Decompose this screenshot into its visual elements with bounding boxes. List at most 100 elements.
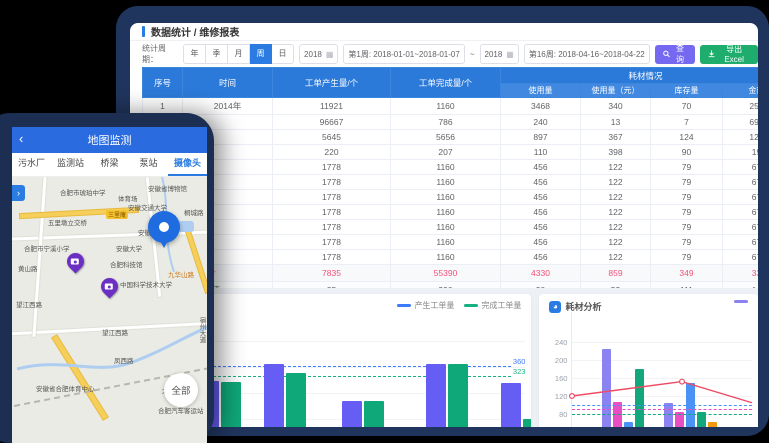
map-view[interactable]: 合肥市琥珀中学安徽省博物馆体育场安徽交通大学三里庵五里墩立交桥桐城路安徽医科大学… [12,177,207,443]
phone-tab-桥梁[interactable]: 桥梁 [90,153,129,176]
table-cell: 2014年 [183,98,273,115]
calendar-icon: ▦ [326,50,334,59]
download-icon [708,50,715,58]
table-cell: 456 [501,220,581,235]
calendar-icon: ▦ [506,50,514,59]
table-cell: 1778 [273,160,391,175]
table-cell: 70 [651,98,723,115]
range-separator: ~ [470,50,475,59]
map-label: 中国科学技术大学 [120,279,172,289]
table-row: 177811604561227967 [143,175,759,190]
axis-tick-label: 200 [555,356,568,365]
table-cell: 1160 [391,235,501,250]
table-cell: 129 [723,130,759,145]
map-expander-toggle[interactable]: › [12,185,25,201]
table-cell: 207 [391,145,501,160]
table-cell: 690 [723,115,759,130]
year-from-select[interactable]: 2018 ▦ [299,44,338,64]
table-cell: 90 [651,145,723,160]
table-cell: 79 [651,220,723,235]
table-row: 177811604561227967 [143,205,759,220]
table-row: 177811604561227967 [143,190,759,205]
map-label: 合肥市宁溪小学 [24,243,70,253]
axis-tick-label: 120 [555,392,568,401]
phone-tab-泵站[interactable]: 泵站 [129,153,168,176]
table-cell: 1778 [273,205,391,220]
table-cell: 1160 [391,160,501,175]
table-cell: 1160 [391,250,501,265]
table-cell: 79 [651,190,723,205]
period-option-周[interactable]: 周 [250,44,272,64]
summary-cell: 349 [651,265,723,282]
table-cell: 897 [501,130,581,145]
selected-camera-marker[interactable] [148,211,180,243]
work-chart-legend: 产生工单量 完成工单量 [397,300,521,311]
col-header-consumables-group: 耗材情况 [501,68,759,84]
year-to-select[interactable]: 2018 ▦ [480,44,519,64]
table-cell: 122 [581,160,651,175]
col-header-time: 时间 [183,68,273,98]
chart-bar [364,401,384,427]
table-cell: 122 [581,190,651,205]
map-label: 九华山路 [168,269,194,279]
table-cell: 67 [723,250,759,265]
query-button[interactable]: 查询 [655,45,695,64]
summary-cell: 7835 [273,265,391,282]
legend-item: 产生工单量 [397,300,454,311]
period-label: 统计周期： [142,43,178,65]
table-cell: 1160 [391,98,501,115]
period-option-日[interactable]: 日 [272,44,294,64]
breadcrumb: 数据统计 / 维修报表 [151,24,239,39]
table-cell: 240 [501,115,581,130]
period-option-年[interactable]: 年 [183,44,206,64]
search-icon [663,50,670,58]
total-row: 合计783555390433085934933 [143,265,759,282]
back-icon[interactable]: ‹ [19,131,23,146]
phone-tab-污水厂[interactable]: 污水厂 [12,153,51,176]
chart-bar [448,364,468,427]
map-label: 安徽省合肥体育中心 [36,383,95,393]
phone-mockup: ‹ 地图监测 污水厂监测站桥梁泵站摄像头 合肥市琥珀中学安徽省博物馆体育场安徽交… [0,113,214,443]
phone-tab-摄像头[interactable]: 摄像头 [168,153,207,176]
map-label: 望江西路 [16,299,42,309]
week-to-input[interactable]: 第16周: 2018-04-16~2018-04-22 [524,44,650,64]
table-cell: 456 [501,235,581,250]
table-row: 12014年119211160346834070250 [143,98,759,115]
table-cell: 13 [581,115,651,130]
chart-bar [264,364,284,427]
map-all-button[interactable]: 全部 [164,373,198,407]
chart-bar [286,373,306,428]
chart-bar [523,419,531,427]
charts-area: 产生工单量完成工单量 360323 ◕ 耗材分析 240200160120804… [130,288,758,427]
filter-toolbar: 统计周期： 年季月周日 2018 ▦ 第1周: 2018-01-01~2018-… [130,41,758,67]
table-cell: 67 [723,190,759,205]
phone-page-title: 地图监测 [88,132,132,148]
chart-bar [342,401,362,427]
legend-dash [464,304,478,307]
map-label: 凤西路 [114,355,134,365]
legend-label: 完成工单量 [481,300,521,311]
table-cell: 250 [723,98,759,115]
table-cell: 1778 [273,235,391,250]
table-cell: 1160 [391,175,501,190]
period-option-月[interactable]: 月 [228,44,250,64]
export-excel-button[interactable]: 导出Excel [700,45,758,64]
table-cell: 19 [723,145,759,160]
table-cell: 340 [581,98,651,115]
marker-dot [159,222,169,232]
trend-line [572,312,752,427]
reference-label: 323 [513,367,526,376]
table-cell: 79 [651,205,723,220]
consumable-chart-legend [734,300,748,303]
breadcrumb-row: 数据统计 / 维修报表 [130,23,758,41]
chart-bar [501,383,521,428]
week-from-input[interactable]: 第1周: 2018-01-01~2018-01-07 [343,44,464,64]
legend-dash [397,304,411,307]
breadcrumb-accent-bar [142,26,145,37]
report-table-wrap: 序号 时间 工单产生量/个 工单完成量/个 耗材情况 使用量使用量（元）库存量金… [142,67,758,299]
table-cell: 3468 [501,98,581,115]
phone-tab-监测站[interactable]: 监测站 [51,153,90,176]
summary-cell: 55390 [391,265,501,282]
period-option-季[interactable]: 季 [206,44,228,64]
legend-dash-purple [734,300,748,303]
